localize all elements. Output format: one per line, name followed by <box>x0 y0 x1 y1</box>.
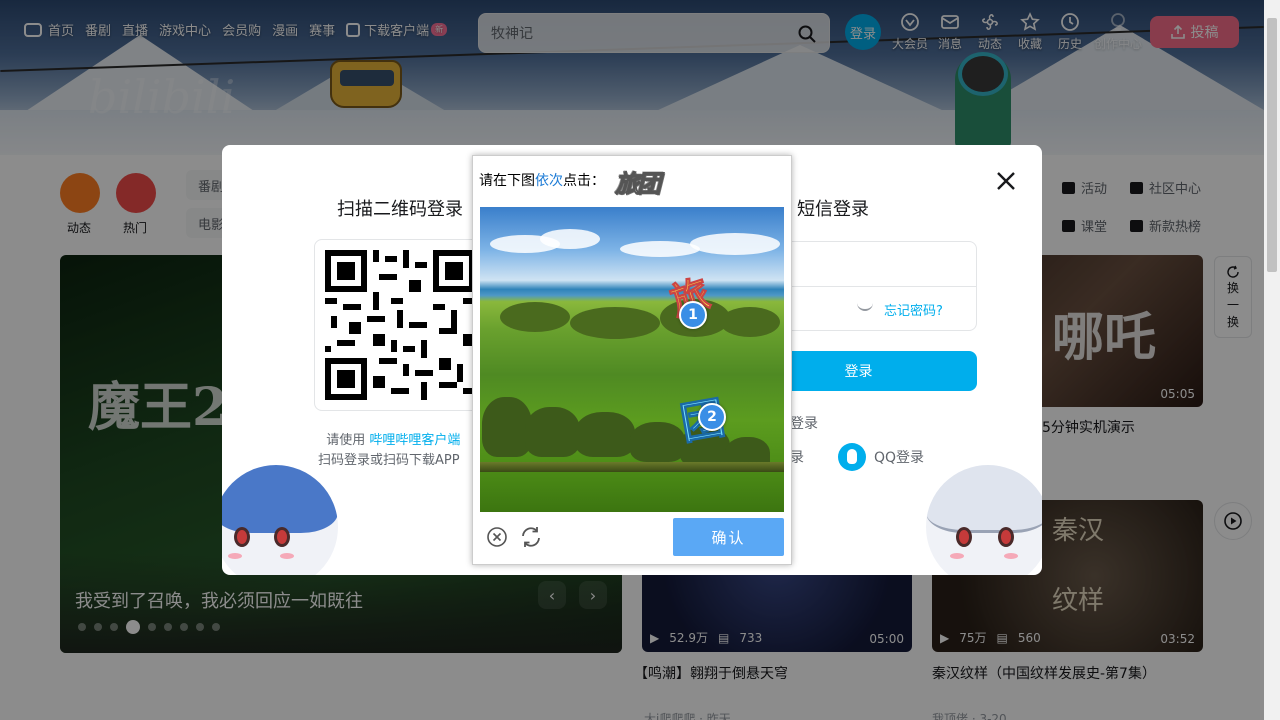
click-marker-2[interactable]: 2 <box>698 403 726 431</box>
tree <box>720 307 780 337</box>
captcha-instruction: 请在下图依次点击： <box>479 170 605 190</box>
weibo-login-label[interactable]: 录 <box>790 447 804 467</box>
captcha-target-word: 旅团 <box>615 169 662 199</box>
tree <box>575 412 635 457</box>
click-captcha-dialog: 请在下图依次点击： 旅团 旅 团 1 2 确认 <box>472 155 792 565</box>
other-login-label: 登录 <box>790 416 818 432</box>
qr-code <box>314 239 486 411</box>
qr-code-image <box>325 250 475 400</box>
qq-login-label: QQ登录 <box>874 450 925 466</box>
tree <box>570 307 660 339</box>
close-icon[interactable] <box>992 167 1020 195</box>
mascot-left-illustration <box>222 465 338 575</box>
tree <box>525 407 580 457</box>
qq-login[interactable]: QQ登录 <box>838 443 924 471</box>
hedge-row <box>480 462 784 472</box>
captcha-image[interactable]: 旅 团 1 2 <box>480 207 784 512</box>
captcha-refresh-icon[interactable] <box>519 525 543 549</box>
forgot-password-link[interactable]: 忘记密码? <box>884 300 943 319</box>
qq-icon <box>838 443 866 471</box>
page-scrollbar[interactable] <box>1264 0 1280 720</box>
qr-hint-line2: 扫码登录或扫码下载APP <box>318 453 460 468</box>
captcha-tip-order: 依次 <box>535 173 563 189</box>
qr-login-title: 扫描二维码登录 <box>337 199 463 220</box>
mascot-right-illustration <box>926 465 1042 575</box>
scrollbar-thumb[interactable] <box>1267 18 1277 272</box>
captcha-tip-suffix: 点击： <box>563 173 605 189</box>
captcha-tip-prefix: 请在下图 <box>479 173 535 189</box>
captcha-close-icon[interactable] <box>486 526 508 548</box>
tree <box>630 422 685 462</box>
click-marker-1[interactable]: 1 <box>679 301 707 329</box>
tree <box>500 302 570 332</box>
cloud <box>540 229 600 249</box>
sms-login-title[interactable]: 短信登录 <box>797 195 869 221</box>
qr-hint-prefix: 请使用 <box>326 433 366 448</box>
cloud <box>690 233 780 255</box>
client-link[interactable]: 哔哩哔哩客户端 <box>369 433 460 448</box>
qr-hint: 请使用 哔哩哔哩客户端 扫码登录或扫码下载APP <box>318 431 460 471</box>
cloud <box>620 241 700 257</box>
captcha-confirm-button[interactable]: 确认 <box>673 518 784 556</box>
